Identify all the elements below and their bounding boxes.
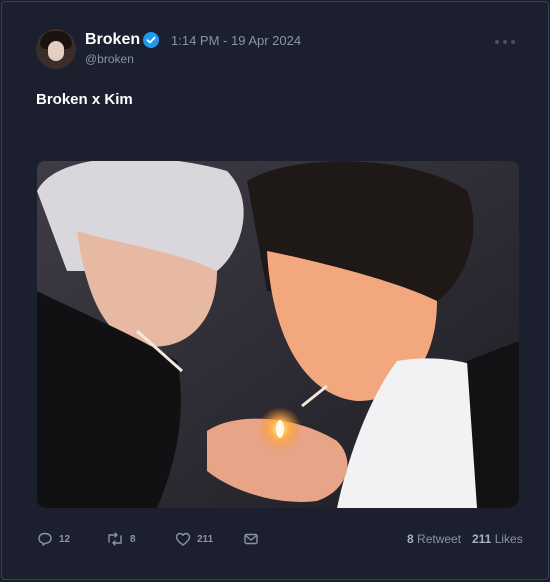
retweet-button[interactable]: 8 xyxy=(106,530,136,548)
tweet-timestamp[interactable]: 1:14 PM - 19 Apr 2024 xyxy=(171,33,301,48)
reply-count: 12 xyxy=(59,533,71,545)
likes-stat-label: Likes xyxy=(494,532,523,546)
like-count: 211 xyxy=(197,533,214,545)
avatar[interactable] xyxy=(36,29,76,69)
avatar-face xyxy=(48,41,64,61)
likes-stat-value: 211 xyxy=(472,532,492,546)
like-icon xyxy=(175,532,191,546)
author-name[interactable]: Broken xyxy=(85,31,140,49)
tweet-card: Broken @broken 1:14 PM - 19 Apr 2024 Bro… xyxy=(1,1,549,580)
reply-button[interactable]: 12 xyxy=(37,530,70,548)
like-button[interactable]: 211 xyxy=(175,530,213,548)
verified-badge-icon xyxy=(143,32,159,48)
more-options-icon[interactable] xyxy=(495,40,519,46)
retweet-icon xyxy=(108,532,122,546)
author-handle[interactable]: @broken xyxy=(85,52,134,66)
retweet-stat[interactable]: 8 Retweet xyxy=(407,532,461,546)
message-button[interactable] xyxy=(243,530,265,548)
retweet-count: 8 xyxy=(130,533,136,545)
retweet-stat-value: 8 xyxy=(407,532,414,546)
retweet-stat-label: Retweet xyxy=(417,532,462,546)
tweet-image[interactable] xyxy=(37,161,519,508)
tweet-text: Broken x Kim xyxy=(36,91,133,108)
likes-stat[interactable]: 211 Likes xyxy=(472,532,523,546)
reply-icon xyxy=(38,532,52,546)
message-icon xyxy=(244,533,258,545)
